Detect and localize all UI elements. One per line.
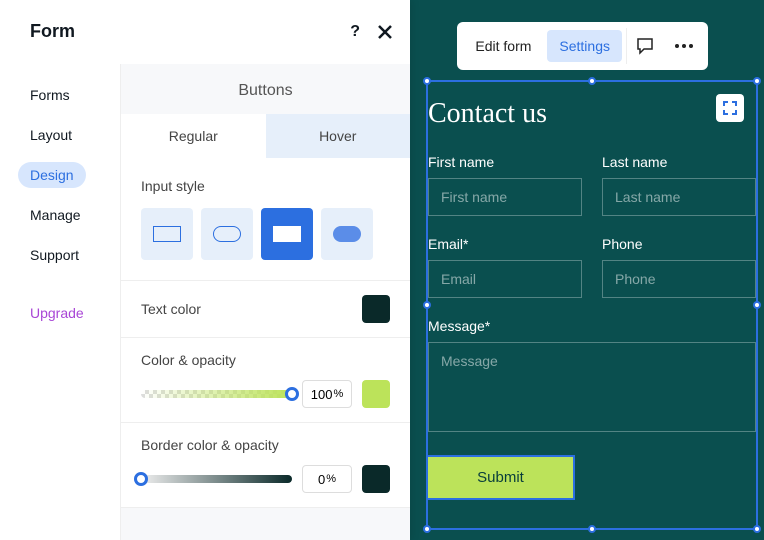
resize-handle[interactable]	[423, 301, 431, 309]
style-rect-fill[interactable]	[261, 208, 313, 260]
text-color-row: Text color	[121, 281, 410, 338]
resize-handle[interactable]	[423, 77, 431, 85]
first-name-input[interactable]	[428, 178, 582, 216]
email-input[interactable]	[428, 260, 582, 298]
sidebar-item-support[interactable]: Support	[18, 242, 91, 268]
panel-title: Form	[30, 21, 75, 42]
border-color-opacity-row: Border color & opacity 0%	[121, 423, 410, 508]
color-opacity-slider[interactable]	[141, 390, 292, 398]
input-style-block: Input style	[121, 158, 410, 281]
element-toolbar: Edit form Settings	[457, 22, 708, 70]
border-opacity-slider[interactable]	[141, 475, 292, 483]
comment-icon[interactable]	[626, 28, 662, 64]
text-color-label: Text color	[141, 301, 201, 317]
sidebar-item-design[interactable]: Design	[18, 162, 86, 188]
style-options	[141, 208, 390, 260]
panel-body: Forms Layout Design Manage Support Upgra…	[0, 64, 410, 540]
form-preview: Contact us First name Last name Email* P…	[428, 82, 756, 514]
color-opacity-swatch[interactable]	[362, 380, 390, 408]
color-opacity-value[interactable]: 100%	[302, 380, 352, 408]
section-title: Buttons	[121, 64, 410, 114]
resize-handle[interactable]	[753, 525, 761, 533]
phone-label: Phone	[602, 236, 756, 252]
edit-form-button[interactable]: Edit form	[463, 30, 543, 62]
message-label: Message*	[428, 318, 756, 334]
close-icon[interactable]	[376, 23, 394, 41]
email-label: Email*	[428, 236, 582, 252]
selection-frame[interactable]: Contact us First name Last name Email* P…	[426, 80, 758, 530]
settings-button[interactable]: Settings	[547, 30, 622, 62]
submit-button[interactable]: Submit	[428, 457, 573, 498]
tab-regular[interactable]: Regular	[121, 114, 266, 158]
help-icon[interactable]: ?	[350, 23, 360, 41]
slider-thumb[interactable]	[285, 387, 299, 401]
sidebar-item-layout[interactable]: Layout	[18, 122, 84, 148]
panel-header: Form ?	[0, 0, 410, 64]
resize-handle[interactable]	[753, 301, 761, 309]
resize-handle[interactable]	[753, 77, 761, 85]
resize-handle[interactable]	[588, 525, 596, 533]
style-pill-fill[interactable]	[321, 208, 373, 260]
border-opacity-swatch[interactable]	[362, 465, 390, 493]
message-textarea[interactable]	[428, 342, 756, 432]
resize-handle[interactable]	[423, 525, 431, 533]
border-opacity-value[interactable]: 0%	[302, 465, 352, 493]
sidebar: Forms Layout Design Manage Support Upgra…	[0, 64, 120, 540]
sidebar-item-forms[interactable]: Forms	[18, 82, 82, 108]
slider-thumb[interactable]	[134, 472, 148, 486]
tab-hover[interactable]: Hover	[266, 114, 411, 158]
form-title: Contact us	[428, 98, 756, 130]
text-color-swatch[interactable]	[362, 295, 390, 323]
input-style-label: Input style	[141, 178, 390, 194]
border-color-opacity-label: Border color & opacity	[141, 437, 390, 453]
sidebar-item-upgrade[interactable]: Upgrade	[18, 300, 96, 326]
style-rect-outline[interactable]	[141, 208, 193, 260]
last-name-label: Last name	[602, 154, 756, 170]
tabs: Regular Hover	[121, 114, 410, 158]
panel-header-actions: ?	[350, 23, 394, 41]
color-opacity-row: Color & opacity 100%	[121, 338, 410, 423]
first-name-label: First name	[428, 154, 582, 170]
style-pill-outline[interactable]	[201, 208, 253, 260]
color-opacity-label: Color & opacity	[141, 352, 390, 368]
expand-icon[interactable]	[716, 94, 744, 122]
last-name-input[interactable]	[602, 178, 756, 216]
phone-input[interactable]	[602, 260, 756, 298]
design-panel: Form ? Forms Layout Design Manage Suppor…	[0, 0, 410, 540]
sidebar-item-manage[interactable]: Manage	[18, 202, 93, 228]
resize-handle[interactable]	[588, 77, 596, 85]
more-icon[interactable]	[666, 28, 702, 64]
design-content: Buttons Regular Hover Input style Text c…	[120, 64, 410, 540]
